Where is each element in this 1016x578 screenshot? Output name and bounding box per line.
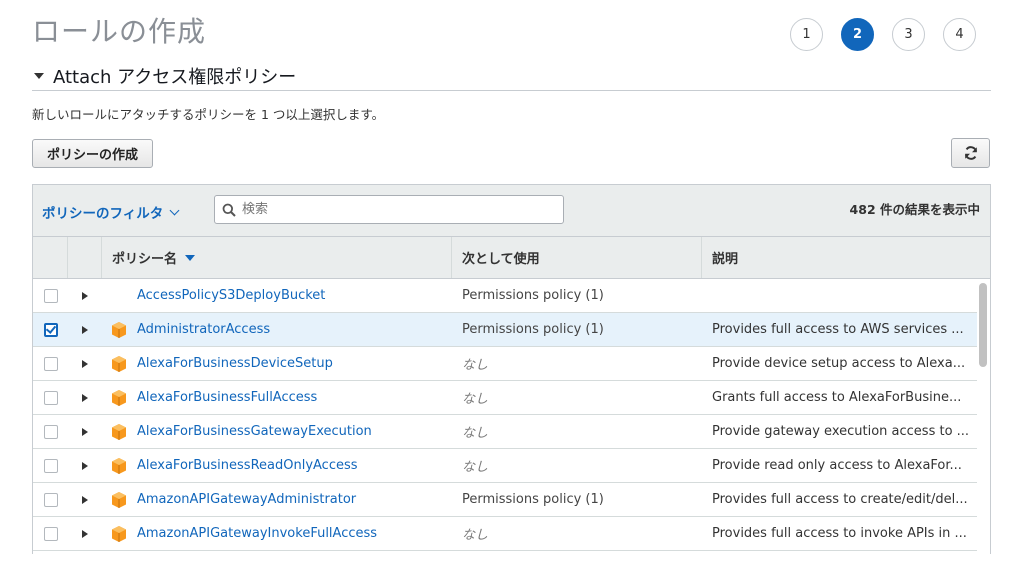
expand-row-icon[interactable] xyxy=(82,427,88,436)
sort-desc-icon[interactable] xyxy=(185,254,196,261)
table-row[interactable]: AccessPolicyS3DeployBucket Permissions p… xyxy=(33,279,977,313)
table-row[interactable]: AmazonAPIGatewayInvokeFullAccess なし Prov… xyxy=(33,517,977,551)
policy-description: Provides full access to create/edit/del.… xyxy=(712,492,968,507)
policy-table: ポリシーのフィルタ 482 件の結果を表示中 ポリシー名 次として使用 説明 xyxy=(32,184,991,554)
table-row[interactable]: AlexaForBusinessGatewayExecution なし Prov… xyxy=(33,415,977,449)
column-header-description[interactable]: 説明 xyxy=(702,237,990,278)
column-header-description-label: 説明 xyxy=(712,252,739,267)
column-header-used-as[interactable]: 次として使用 xyxy=(452,237,702,278)
policy-name-link[interactable]: AdministratorAccess xyxy=(137,322,270,337)
table-body: AccessPolicyS3DeployBucket Permissions p… xyxy=(33,279,990,551)
filter-bar: ポリシーのフィルタ 482 件の結果を表示中 xyxy=(33,185,990,237)
policy-name-link[interactable]: AlexaForBusinessDeviceSetup xyxy=(137,356,333,371)
step-2-current[interactable]: 2 xyxy=(841,18,874,51)
table-row[interactable]: AlexaForBusinessDeviceSetup なし Provide d… xyxy=(33,347,977,381)
expand-row-icon[interactable] xyxy=(82,291,88,300)
section-title: Attach アクセス権限ポリシー xyxy=(53,67,297,88)
expand-row-icon[interactable] xyxy=(82,325,88,334)
policy-name-link[interactable]: AmazonAPIGatewayInvokeFullAccess xyxy=(137,526,377,541)
result-count: 482 件の結果を表示中 xyxy=(849,202,980,217)
section-description: 新しいロールにアタッチするポリシーを 1 つ以上選択します。 xyxy=(32,107,385,122)
row-checkbox[interactable] xyxy=(43,356,58,371)
column-header-used-as-label: 次として使用 xyxy=(462,252,540,267)
expand-row-icon[interactable] xyxy=(82,495,88,504)
policy-filter-dropdown[interactable]: ポリシーのフィルタ xyxy=(42,202,180,222)
aws-managed-policy-icon xyxy=(112,457,126,474)
expand-row-icon[interactable] xyxy=(82,359,88,368)
policy-name-link[interactable]: AlexaForBusinessReadOnlyAccess xyxy=(137,458,358,473)
expand-row-icon[interactable] xyxy=(82,393,88,402)
chevron-down-icon xyxy=(169,205,180,215)
expand-row-icon[interactable] xyxy=(82,461,88,470)
policy-used-as: Permissions policy (1) xyxy=(462,288,604,303)
row-checkbox[interactable] xyxy=(43,424,58,439)
aws-managed-policy-icon xyxy=(112,321,126,338)
create-policy-button[interactable]: ポリシーの作成 xyxy=(32,139,154,168)
policy-description: Provide gateway execution access to ... xyxy=(712,424,970,439)
aws-managed-policy-icon xyxy=(112,491,126,508)
header-expand-col xyxy=(68,237,102,278)
aws-managed-policy-icon xyxy=(112,355,126,372)
table-row[interactable]: AmazonAPIGatewayAdministrator Permission… xyxy=(33,483,977,517)
policy-used-as: なし xyxy=(462,460,489,475)
step-1[interactable]: 1 xyxy=(790,18,823,51)
policy-used-as: なし xyxy=(462,358,489,373)
table-header: ポリシー名 次として使用 説明 xyxy=(33,237,990,279)
policy-description: Provide device setup access to Alexa... xyxy=(712,356,966,371)
policy-name-link[interactable]: AccessPolicyS3DeployBucket xyxy=(137,288,325,303)
scrollbar[interactable] xyxy=(978,281,988,553)
row-checkbox[interactable] xyxy=(43,492,58,507)
page-title: ロールの作成 xyxy=(32,15,207,48)
policy-description: Provides full access to invoke APIs in .… xyxy=(712,526,967,541)
table-row[interactable]: AdministratorAccess Permissions policy (… xyxy=(33,313,977,347)
scrollbar-thumb[interactable] xyxy=(979,283,987,367)
row-checkbox[interactable] xyxy=(43,458,58,473)
search-box[interactable] xyxy=(214,195,564,224)
policy-description: Grants full access to AlexaForBusine... xyxy=(712,390,962,405)
column-header-policy-name-label: ポリシー名 xyxy=(112,252,178,267)
policy-description: Provide read only access to AlexaFor... xyxy=(712,458,962,473)
section-header[interactable]: Attach アクセス権限ポリシー xyxy=(32,62,991,91)
policy-used-as: なし xyxy=(462,528,489,543)
policy-used-as: Permissions policy (1) xyxy=(462,492,604,507)
refresh-button[interactable] xyxy=(951,138,990,168)
policy-name-link[interactable]: AlexaForBusinessFullAccess xyxy=(137,390,317,405)
policy-name-link[interactable]: AlexaForBusinessGatewayExecution xyxy=(137,424,372,439)
step-4[interactable]: 4 xyxy=(943,18,976,51)
policy-used-as: なし xyxy=(462,426,489,441)
row-checkbox[interactable] xyxy=(43,322,58,337)
row-checkbox[interactable] xyxy=(43,526,58,541)
policy-description: Provides full access to AWS services ... xyxy=(712,322,964,337)
policy-used-as: なし xyxy=(462,392,489,407)
policy-filter-label: ポリシーのフィルタ xyxy=(42,206,164,222)
search-input[interactable] xyxy=(240,201,544,218)
aws-managed-policy-icon xyxy=(112,525,126,542)
aws-managed-policy-icon xyxy=(112,389,126,406)
policy-used-as: Permissions policy (1) xyxy=(462,322,604,337)
search-icon xyxy=(222,203,236,217)
table-row[interactable]: AlexaForBusinessFullAccess なし Grants ful… xyxy=(33,381,977,415)
refresh-icon xyxy=(964,146,977,160)
header-check-col xyxy=(33,237,68,278)
collapse-caret-icon[interactable] xyxy=(34,73,44,79)
expand-row-icon[interactable] xyxy=(82,529,88,538)
policy-name-link[interactable]: AmazonAPIGatewayAdministrator xyxy=(137,492,356,507)
aws-managed-policy-icon xyxy=(112,423,126,440)
table-row[interactable]: AlexaForBusinessReadOnlyAccess なし Provid… xyxy=(33,449,977,483)
row-checkbox[interactable] xyxy=(43,288,58,303)
step-3[interactable]: 3 xyxy=(892,18,925,51)
column-header-policy-name[interactable]: ポリシー名 xyxy=(102,237,452,278)
row-checkbox[interactable] xyxy=(43,390,58,405)
wizard-steps: 1 2 3 4 xyxy=(790,18,976,51)
